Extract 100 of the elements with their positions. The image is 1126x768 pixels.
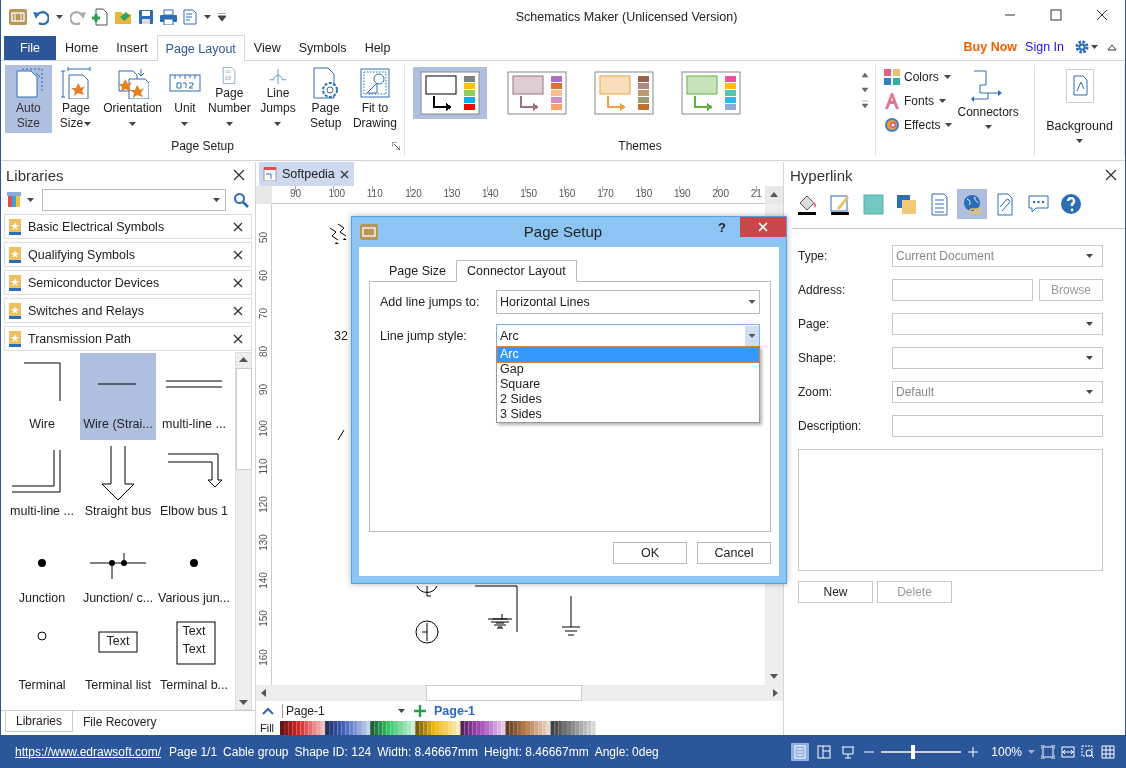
shape-item[interactable]: multi-line ... <box>4 440 80 527</box>
ribbon-button[interactable]: Orientation <box>100 65 165 133</box>
caret-icon[interactable] <box>984 125 992 129</box>
file-tab[interactable]: File <box>4 36 56 60</box>
caret-icon[interactable] <box>27 198 34 202</box>
website-link[interactable]: https://www.edrawsoft.com/ <box>15 744 162 759</box>
help-button[interactable]: ? <box>718 217 726 239</box>
save-icon[interactable] <box>138 9 154 25</box>
scroll-down-icon[interactable] <box>239 700 248 705</box>
format-button[interactable]: Colors <box>884 67 954 87</box>
caret-icon[interactable] <box>225 121 233 126</box>
dropdown-option[interactable]: Square <box>497 377 759 392</box>
shape-item[interactable]: multi-line ... <box>156 353 232 440</box>
sign-in-link[interactable]: Sign In <box>1025 40 1064 54</box>
shape-item[interactable]: Junction/ c... <box>80 527 156 614</box>
document-tab[interactable]: Softpedia <box>259 162 354 186</box>
shape-item[interactable]: Wire <box>4 353 80 440</box>
new-file-icon[interactable] <box>92 8 108 26</box>
shape-item[interactable]: Junction <box>4 527 80 614</box>
scroll-up-icon[interactable] <box>239 357 248 362</box>
caret-icon[interactable] <box>945 123 953 127</box>
shape-item[interactable]: Elbow bus 1 <box>156 440 232 527</box>
close-icon[interactable] <box>233 249 243 260</box>
dropdown-field[interactable] <box>892 347 1103 369</box>
ribbon-tab[interactable]: Home <box>56 35 108 60</box>
library-category[interactable]: Semiconductor Devices <box>4 270 252 295</box>
print-icon[interactable] <box>160 9 177 25</box>
input-field[interactable] <box>892 279 1033 301</box>
background-button[interactable]: Background <box>1046 69 1113 143</box>
dropdown-option[interactable]: 2 Sides <box>497 392 759 407</box>
fit-page-icon[interactable] <box>1041 744 1055 759</box>
shape-item[interactable]: Text Text Terminal b... <box>156 614 232 701</box>
ribbon-button[interactable]: Unit <box>166 65 204 133</box>
page-dropdown[interactable]: Page-1 <box>282 704 406 718</box>
ground-symbol-drawing[interactable] <box>474 585 518 633</box>
ribbon-tab[interactable]: View <box>244 35 290 60</box>
help-icon[interactable] <box>1059 192 1083 216</box>
scroll-thumb[interactable] <box>235 368 252 470</box>
caret-icon[interactable] <box>204 15 211 19</box>
format-button[interactable]: Effects <box>884 115 954 135</box>
shape-item[interactable]: Various jun... <box>156 527 232 614</box>
export-icon[interactable] <box>183 9 197 25</box>
connectors-button[interactable]: Connectors <box>957 65 1019 129</box>
settings-icon[interactable] <box>1074 39 1090 55</box>
open-folder-icon[interactable] <box>114 9 132 25</box>
collapse-icon[interactable] <box>262 707 274 715</box>
close-icon[interactable] <box>233 169 245 181</box>
ribbon-button[interactable]: Page Setup <box>302 65 349 133</box>
shape-item[interactable]: Straight bus <box>80 440 156 527</box>
lamp-symbol-drawing[interactable] <box>415 620 439 644</box>
dropdown-field[interactable] <box>892 313 1103 335</box>
caret-icon[interactable] <box>129 122 137 126</box>
caret-icon[interactable] <box>181 122 189 126</box>
ribbon-button[interactable]: Fit to Drawing <box>349 65 400 133</box>
zoom-page-icon[interactable] <box>1081 744 1095 759</box>
ribbon-button[interactable]: Page Number <box>205 65 254 133</box>
library-books-icon[interactable] <box>7 192 23 208</box>
ribbon-tab[interactable]: Insert <box>107 35 157 60</box>
action-button[interactable]: New <box>798 581 873 603</box>
shape-item[interactable]: Wire (Strai... <box>80 353 156 440</box>
grid-icon[interactable] <box>1101 744 1115 759</box>
zoom-in-icon[interactable] <box>967 745 980 758</box>
page-tab[interactable]: Page-1 <box>434 704 475 718</box>
scrollbar[interactable] <box>235 352 252 710</box>
ribbon-button[interactable]: Line Jumps <box>254 65 302 133</box>
caret-icon[interactable] <box>939 99 946 103</box>
close-icon[interactable] <box>233 305 243 316</box>
zoom-slider-thumb[interactable] <box>911 744 916 759</box>
caret-icon[interactable] <box>274 121 282 126</box>
panel-tab[interactable]: Libraries <box>5 711 74 732</box>
dialog-tab[interactable]: Connector Layout <box>456 260 577 282</box>
dialog-button[interactable]: Cancel <box>697 542 771 564</box>
caret-icon[interactable] <box>1086 322 1093 326</box>
caret-icon[interactable] <box>84 121 92 126</box>
caret-icon[interactable] <box>943 75 951 79</box>
caret-icon[interactable] <box>398 709 405 713</box>
gallery-scroll-icon[interactable] <box>861 71 869 111</box>
customize-icon[interactable] <box>218 13 226 21</box>
caret-icon[interactable] <box>1076 139 1083 143</box>
lamp-symbol-drawing[interactable] <box>416 585 438 597</box>
library-category[interactable]: Transmission Path <box>4 326 252 351</box>
color-palette[interactable] <box>280 720 597 735</box>
dialog-button[interactable]: OK <box>613 542 687 564</box>
ribbon-button[interactable]: Page Size <box>52 65 100 133</box>
scroll-thumb[interactable] <box>426 685 582 701</box>
undo-icon[interactable] <box>33 9 49 25</box>
ribbon-tab[interactable]: Help <box>355 35 400 60</box>
shape-item[interactable]: Terminal <box>4 614 80 701</box>
search-icon[interactable] <box>233 192 249 208</box>
ribbon-button[interactable]: Auto Size <box>5 65 52 133</box>
caret-icon[interactable] <box>56 15 63 19</box>
normal-view-icon[interactable] <box>791 742 810 761</box>
collapse-ribbon-icon[interactable] <box>1107 43 1117 51</box>
close-icon[interactable] <box>233 277 243 288</box>
ribbon-tab[interactable]: Page Layout <box>156 35 245 61</box>
close-icon[interactable] <box>1105 169 1117 181</box>
close-icon[interactable] <box>233 333 243 344</box>
photo-sensor-drawing[interactable] <box>329 223 347 244</box>
add-page-icon[interactable] <box>414 705 426 717</box>
library-category[interactable]: Basic Electrical Symbols <box>4 214 252 239</box>
